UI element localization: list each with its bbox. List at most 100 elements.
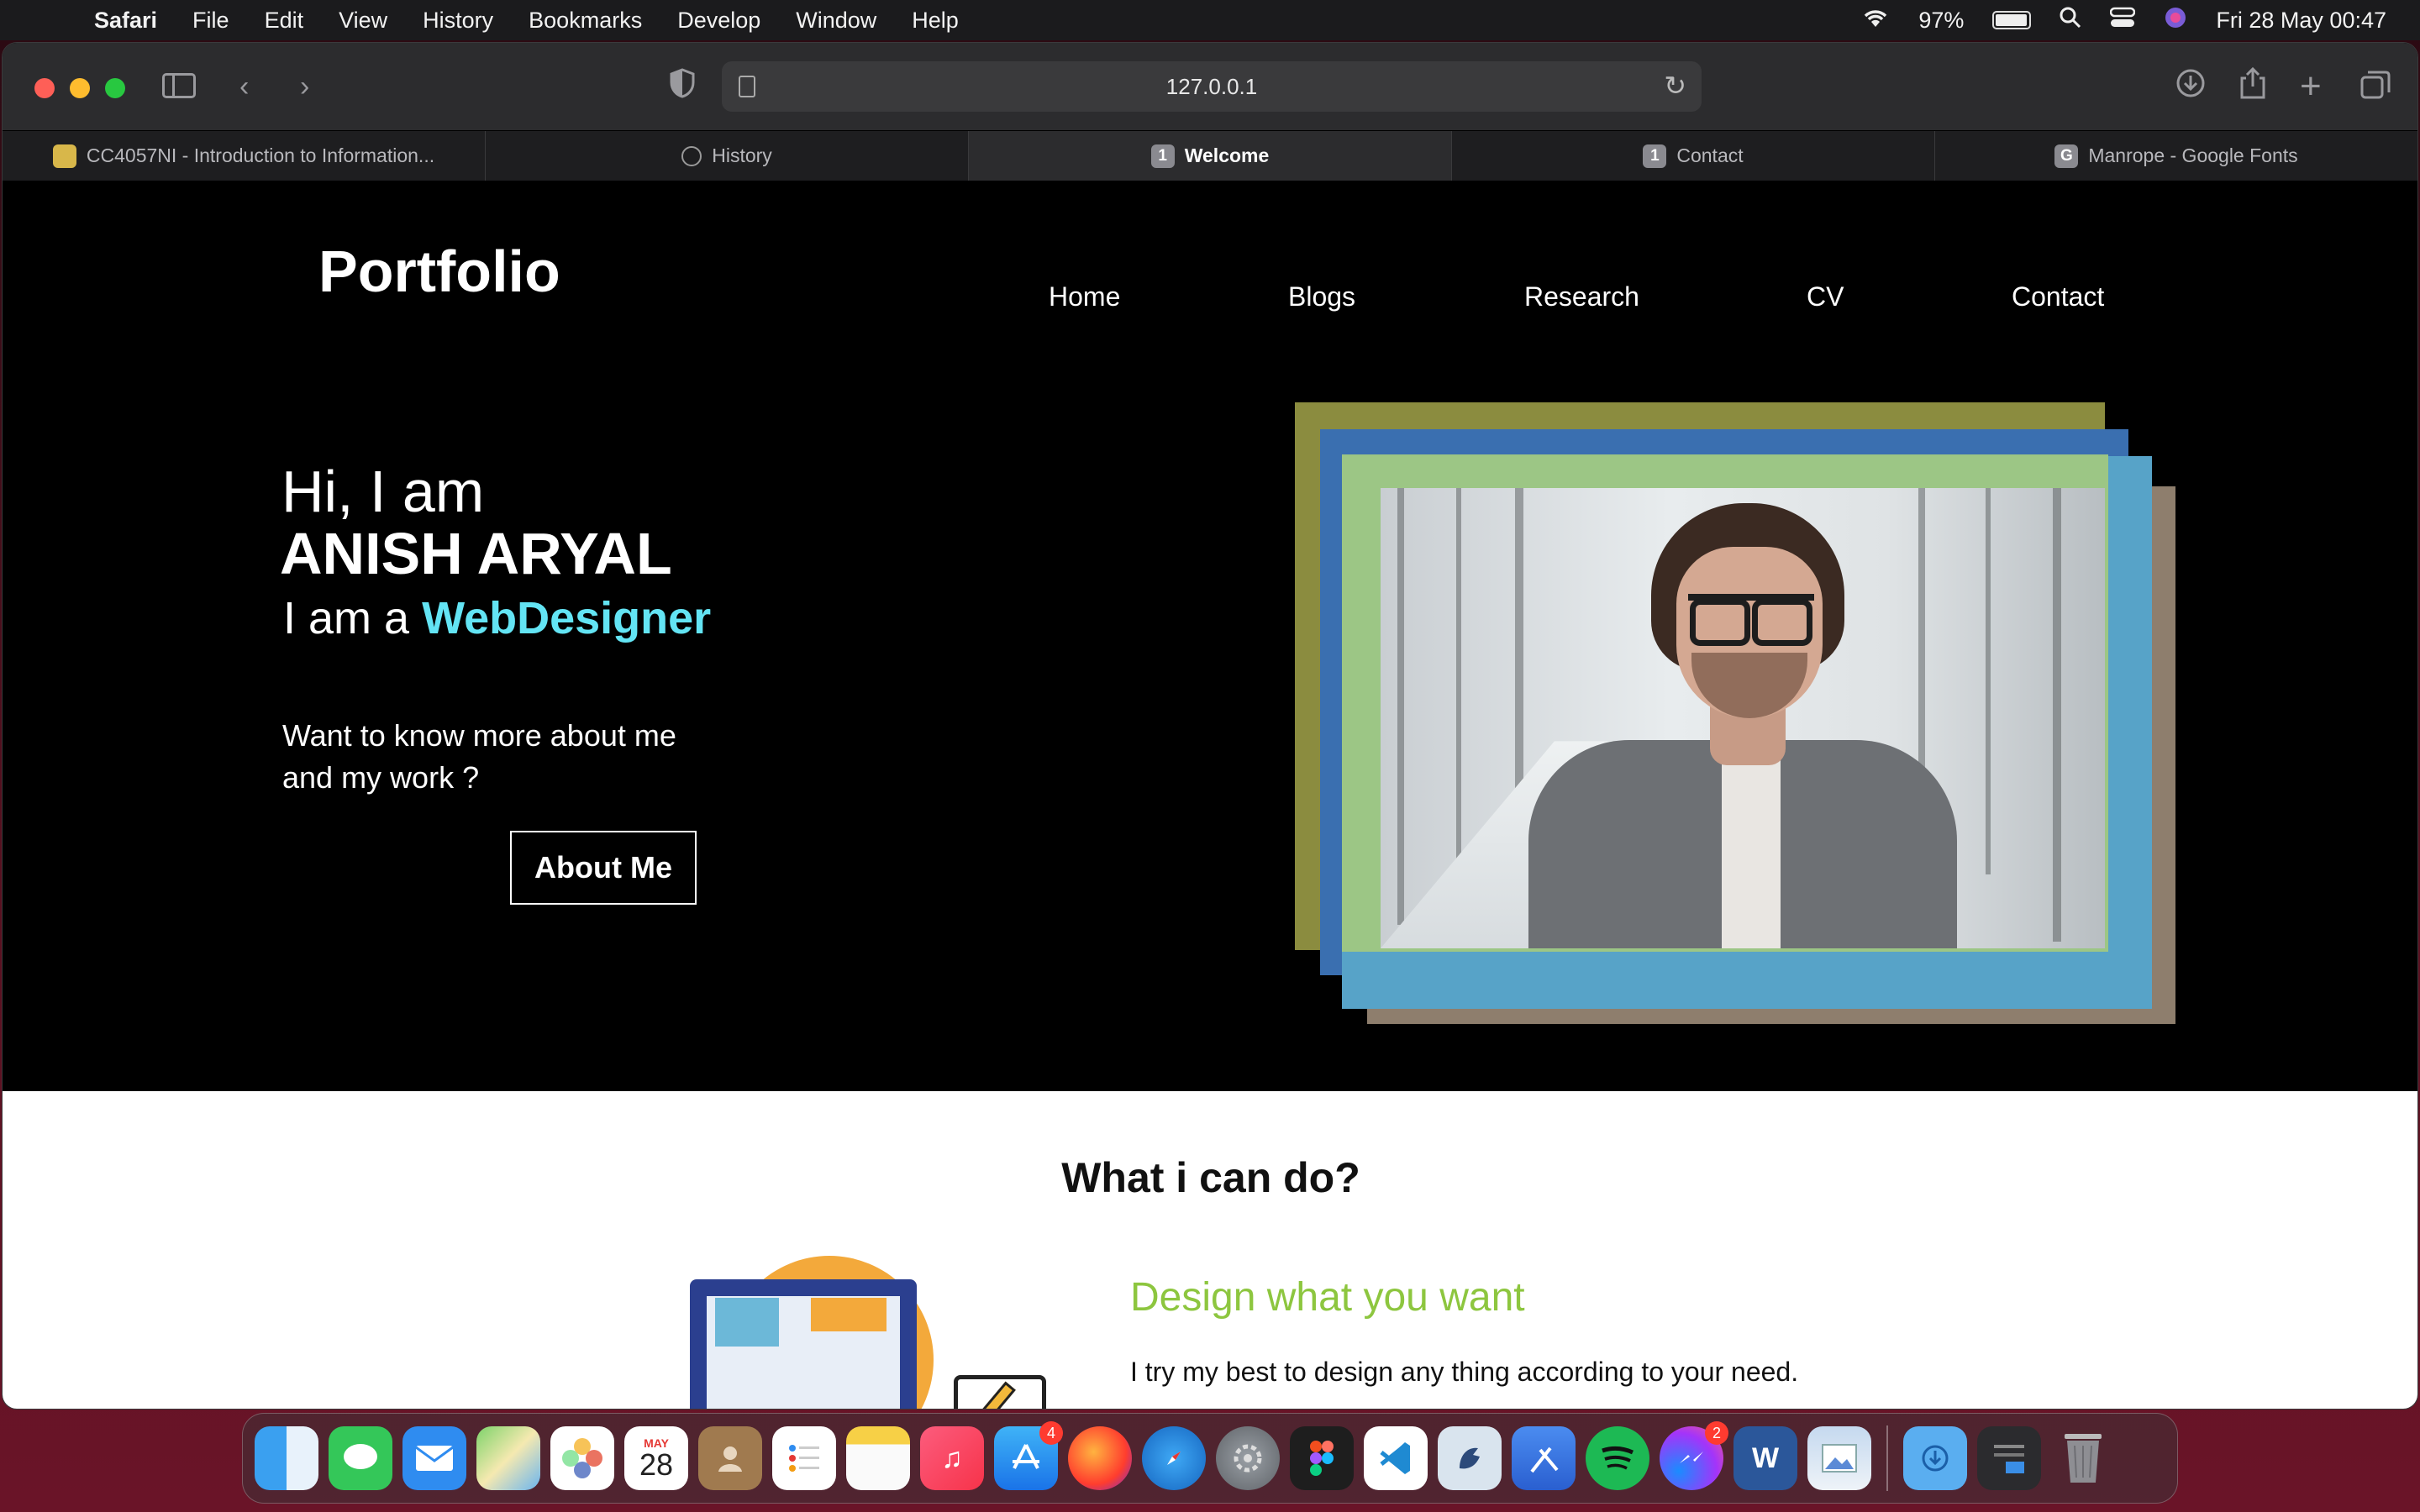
menu-develop[interactable]: Develop [677, 8, 760, 34]
services-title: What i can do? [1061, 1154, 1360, 1201]
calendar-icon[interactable]: MAY 28 [624, 1426, 688, 1490]
messenger-icon[interactable]: 2 [1660, 1421, 1728, 1490]
sidebar-toggle-icon[interactable] [162, 73, 196, 98]
nav-contact[interactable]: Contact [2012, 281, 2104, 312]
recents-stack-icon[interactable] [1977, 1426, 2041, 1490]
menu-bar: Safari File Edit View History Bookmarks … [0, 0, 2420, 40]
forward-icon[interactable]: › [300, 66, 309, 107]
profile-photo [1381, 488, 2105, 948]
hero-greeting: Hi, I am [281, 459, 485, 524]
about-me-button[interactable]: About Me [510, 831, 697, 905]
nav-home[interactable]: Home [1049, 281, 1120, 312]
xcode-icon[interactable] [1512, 1426, 1576, 1490]
tab-google-fonts[interactable]: G Manrope - Google Fonts [1935, 131, 2417, 181]
menu-clock[interactable]: Fri 28 May 00:47 [2216, 8, 2386, 34]
tab-title: CC4057NI - Introduction to Information..… [86, 144, 435, 166]
spotify-icon[interactable] [1586, 1426, 1649, 1490]
messenger-badge: 2 [1705, 1421, 1728, 1445]
share-icon[interactable] [2239, 66, 2266, 111]
finder-icon[interactable] [255, 1426, 318, 1490]
trash-icon[interactable] [2051, 1426, 2115, 1490]
music-icon[interactable]: ♫ [920, 1426, 984, 1490]
tab-cc4057ni[interactable]: CC4057NI - Introduction to Information..… [3, 131, 486, 181]
status-area: 97% Fri 28 May 00:47 [1861, 0, 2386, 40]
downloads-folder-icon[interactable] [1903, 1426, 1967, 1490]
cyberduck-icon[interactable] [1438, 1426, 1502, 1490]
hero-question: Want to know more about me and my work ? [282, 718, 676, 795]
calendar-day: 28 [639, 1447, 674, 1482]
browser-toolbar: ‹ › 127.0.0.1 ↻ + [3, 43, 2417, 130]
menu-app-name[interactable]: Safari [94, 8, 157, 34]
hero-role-prefix: I am a [283, 593, 410, 643]
menu-edit[interactable]: Edit [265, 8, 304, 34]
battery-icon[interactable] [1992, 11, 2032, 29]
google-favicon-icon: G [2054, 144, 2079, 168]
tab-title: Manrope - Google Fonts [2088, 144, 2298, 166]
window-controls [34, 78, 125, 98]
zoom-window-button[interactable] [105, 78, 125, 98]
downloads-icon[interactable] [2175, 68, 2206, 109]
safari-icon[interactable] [1142, 1426, 1206, 1490]
tab-welcome[interactable]: 1 Welcome [969, 131, 1452, 181]
hero-name: ANISH ARYAL [280, 521, 672, 586]
contacts-icon[interactable] [698, 1426, 762, 1490]
minimize-window-button[interactable] [70, 78, 90, 98]
site-favicon-icon: 1 [1150, 144, 1175, 168]
wifi-icon[interactable] [1861, 7, 1890, 34]
feature-title: Design what you want [1130, 1275, 1525, 1320]
web-page: Portfolio Home Blogs Research CV Contact… [3, 181, 2417, 1409]
tab-contact[interactable]: 1 Contact [1452, 131, 1935, 181]
firefox-icon[interactable] [1068, 1426, 1132, 1490]
reminders-icon[interactable] [772, 1426, 836, 1490]
menu-window[interactable]: Window [796, 8, 876, 34]
tab-title: History [712, 144, 772, 166]
nav-cv[interactable]: CV [1807, 281, 1844, 312]
app-store-icon[interactable]: 4 [994, 1421, 1063, 1490]
safari-window: ‹ › 127.0.0.1 ↻ + CC4057NI - Introductio… [2, 42, 2418, 1410]
dock: MAY 28 ♫ 4 2 W [242, 1413, 2178, 1504]
design-illustration [685, 1256, 1055, 1409]
feature-text: I try my best to design any thing accord… [1130, 1357, 1799, 1387]
back-icon[interactable]: ‹ [239, 66, 249, 107]
word-icon[interactable]: W [1733, 1426, 1797, 1490]
menu-file[interactable]: File [192, 8, 229, 34]
messages-icon[interactable] [329, 1426, 392, 1490]
system-preferences-icon[interactable] [1216, 1426, 1280, 1490]
classroom-favicon-icon [52, 144, 76, 168]
menu-help[interactable]: Help [912, 8, 959, 34]
site-nav: Home Blogs Research CV Contact [3, 281, 2417, 332]
history-clock-icon [681, 145, 702, 166]
siri-icon[interactable] [2164, 6, 2187, 35]
hero-role: I am a WebDesigner [283, 592, 711, 644]
vscode-icon[interactable] [1364, 1426, 1428, 1490]
tab-history[interactable]: History [486, 131, 969, 181]
dock-separator [1886, 1425, 1888, 1491]
url-text[interactable]: 127.0.0.1 [1166, 74, 1257, 100]
mail-icon[interactable] [402, 1426, 466, 1490]
photos-icon[interactable] [550, 1426, 614, 1490]
menu-bookmarks[interactable]: Bookmarks [529, 8, 642, 34]
reader-icon[interactable] [739, 76, 755, 97]
nav-research[interactable]: Research [1524, 281, 1639, 312]
address-bar[interactable]: 127.0.0.1 ↻ [722, 61, 1702, 112]
menu-view[interactable]: View [339, 8, 387, 34]
tab-title: Welcome [1184, 144, 1270, 166]
new-tab-icon[interactable]: + [2300, 66, 2322, 107]
close-window-button[interactable] [34, 78, 55, 98]
maps-icon[interactable] [476, 1426, 540, 1490]
hero-role-highlight: WebDesigner [422, 593, 712, 643]
spotlight-search-icon[interactable] [2060, 7, 2081, 34]
preview-icon[interactable] [1807, 1426, 1871, 1490]
tab-overview-icon[interactable] [2360, 70, 2391, 110]
hero-section: Portfolio Home Blogs Research CV Contact… [3, 181, 2417, 1091]
reload-icon[interactable]: ↻ [1664, 70, 1686, 102]
nav-blogs[interactable]: Blogs [1288, 281, 1355, 312]
privacy-shield-icon[interactable] [670, 68, 695, 109]
notes-icon[interactable] [846, 1426, 910, 1490]
control-center-icon[interactable] [2110, 7, 2136, 34]
figma-icon[interactable] [1290, 1426, 1354, 1490]
tab-title: Contact [1676, 144, 1744, 166]
menu-history[interactable]: History [423, 8, 493, 34]
app-store-badge: 4 [1039, 1421, 1063, 1445]
site-favicon-icon: 1 [1643, 144, 1667, 168]
